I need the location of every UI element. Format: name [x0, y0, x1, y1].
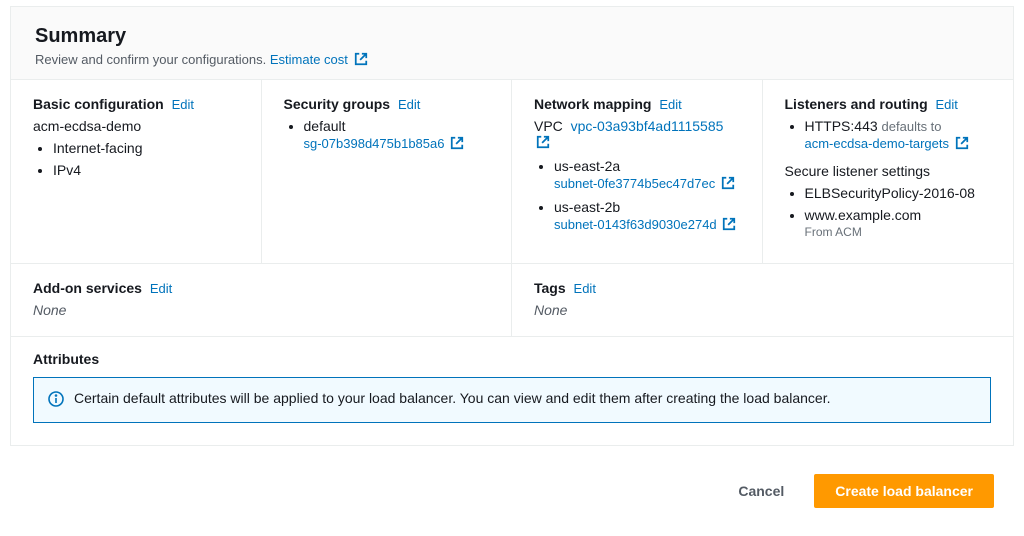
addons-cell: Add-on services Edit None — [11, 264, 512, 337]
certificate-item: www.example.com From ACM — [805, 207, 992, 239]
vpc-label: VPC — [534, 118, 563, 134]
security-groups-list: default sg-07b398d475b1b85a6 — [284, 118, 490, 153]
listeners-list: HTTPS:443 defaults to acm-ecdsa-demo-tar… — [785, 118, 992, 153]
listeners-heading: Listeners and routing Edit — [785, 96, 992, 112]
listeners-heading-text: Listeners and routing — [785, 96, 928, 112]
footer-actions: Cancel Create load balancer — [10, 446, 1014, 528]
subnet-id-1: subnet-0fe3774b5ec47d7ec — [554, 176, 715, 191]
cancel-button[interactable]: Cancel — [718, 474, 804, 508]
vpc-id: vpc-03a93bf4ad1115585 — [571, 118, 724, 134]
external-link-icon — [721, 176, 735, 193]
subnet-id-2: subnet-0143f63d9030e274d — [554, 217, 717, 232]
addons-edit-link[interactable]: Edit — [150, 281, 172, 296]
security-group-id: sg-07b398d475b1b85a6 — [304, 136, 445, 151]
listener-protocol-port: HTTPS:443 — [805, 118, 878, 134]
addons-heading: Add-on services Edit — [33, 280, 489, 296]
tags-heading-text: Tags — [534, 280, 566, 296]
security-group-name: default — [304, 118, 346, 134]
attributes-section: Attributes Certain default attributes wi… — [11, 337, 1013, 445]
subnet-link-1[interactable]: subnet-0fe3774b5ec47d7ec — [554, 176, 735, 193]
basic-config-list: Internet-facing IPv4 — [33, 140, 239, 178]
lb-name: acm-ecdsa-demo — [33, 118, 239, 134]
listener-target-name: acm-ecdsa-demo-targets — [805, 136, 950, 151]
security-groups-heading-text: Security groups — [284, 96, 391, 112]
summary-title: Summary — [35, 25, 989, 48]
tags-heading: Tags Edit — [534, 280, 991, 296]
vpc-id-link[interactable]: vpc-03a93bf4ad1115585 — [534, 118, 723, 150]
az-item-1: us-east-2a subnet-0fe3774b5ec47d7ec — [554, 158, 740, 193]
attributes-info-box: Certain default attributes will be appli… — [33, 377, 991, 423]
basic-config-cell: Basic configuration Edit acm-ecdsa-demo … — [11, 80, 262, 264]
az-name-1: us-east-2a — [554, 158, 620, 174]
security-groups-cell: Security groups Edit default sg-07b398d4… — [262, 80, 513, 264]
basic-config-heading-text: Basic configuration — [33, 96, 164, 112]
security-groups-heading: Security groups Edit — [284, 96, 490, 112]
listener-target-link[interactable]: acm-ecdsa-demo-targets — [805, 136, 969, 153]
listener-defaults-to: defaults to — [882, 119, 942, 134]
estimate-cost-link[interactable]: Estimate cost — [270, 52, 368, 67]
attributes-info-text: Certain default attributes will be appli… — [74, 390, 831, 406]
network-mapping-heading-text: Network mapping — [534, 96, 651, 112]
create-load-balancer-button[interactable]: Create load balancer — [814, 474, 994, 508]
listeners-edit-link[interactable]: Edit — [936, 97, 958, 112]
external-link-icon — [536, 135, 550, 152]
network-mapping-cell: Network mapping Edit VPC vpc-03a93bf4ad1… — [512, 80, 763, 264]
external-link-icon — [722, 217, 736, 234]
addons-heading-text: Add-on services — [33, 280, 142, 296]
summary-grid-mid: Add-on services Edit None Tags Edit None — [11, 264, 1013, 337]
lb-ip-type: IPv4 — [53, 162, 239, 178]
info-icon — [48, 391, 64, 410]
az-name-2: us-east-2b — [554, 199, 620, 215]
secure-listener-list: ELBSecurityPolicy-2016-08 www.example.co… — [785, 185, 992, 239]
az-list: us-east-2a subnet-0fe3774b5ec47d7ec us-e… — [534, 158, 740, 234]
security-group-item: default sg-07b398d475b1b85a6 — [304, 118, 490, 153]
lb-scheme: Internet-facing — [53, 140, 239, 156]
summary-subtitle: Review and confirm your configurations. — [35, 52, 266, 67]
summary-subtitle-row: Review and confirm your configurations. … — [35, 52, 989, 69]
addons-value: None — [33, 302, 489, 318]
listener-item: HTTPS:443 defaults to acm-ecdsa-demo-tar… — [805, 118, 992, 153]
vpc-row: VPC vpc-03a93bf4ad1115585 — [534, 118, 740, 152]
certificate-domain: www.example.com — [805, 207, 922, 223]
network-mapping-edit-link[interactable]: Edit — [659, 97, 681, 112]
tags-value: None — [534, 302, 991, 318]
summary-header: Summary Review and confirm your configur… — [11, 7, 1013, 80]
security-policy: ELBSecurityPolicy-2016-08 — [805, 185, 992, 201]
external-link-icon — [955, 136, 969, 153]
basic-config-edit-link[interactable]: Edit — [172, 97, 194, 112]
attributes-heading: Attributes — [33, 351, 991, 367]
external-link-icon — [450, 136, 464, 153]
subnet-link-2[interactable]: subnet-0143f63d9030e274d — [554, 217, 736, 234]
security-groups-edit-link[interactable]: Edit — [398, 97, 420, 112]
tags-cell: Tags Edit None — [512, 264, 1013, 337]
network-mapping-heading: Network mapping Edit — [534, 96, 740, 112]
tags-edit-link[interactable]: Edit — [574, 281, 596, 296]
certificate-source: From ACM — [805, 225, 862, 239]
az-item-2: us-east-2b subnet-0143f63d9030e274d — [554, 199, 740, 234]
secure-listener-heading: Secure listener settings — [785, 163, 992, 179]
basic-config-heading: Basic configuration Edit — [33, 96, 239, 112]
external-link-icon — [354, 52, 368, 69]
security-group-id-link[interactable]: sg-07b398d475b1b85a6 — [304, 136, 465, 153]
summary-panel: Summary Review and confirm your configur… — [10, 6, 1014, 446]
estimate-cost-label: Estimate cost — [270, 52, 348, 67]
listeners-cell: Listeners and routing Edit HTTPS:443 def… — [763, 80, 1014, 264]
summary-grid-top: Basic configuration Edit acm-ecdsa-demo … — [11, 80, 1013, 264]
